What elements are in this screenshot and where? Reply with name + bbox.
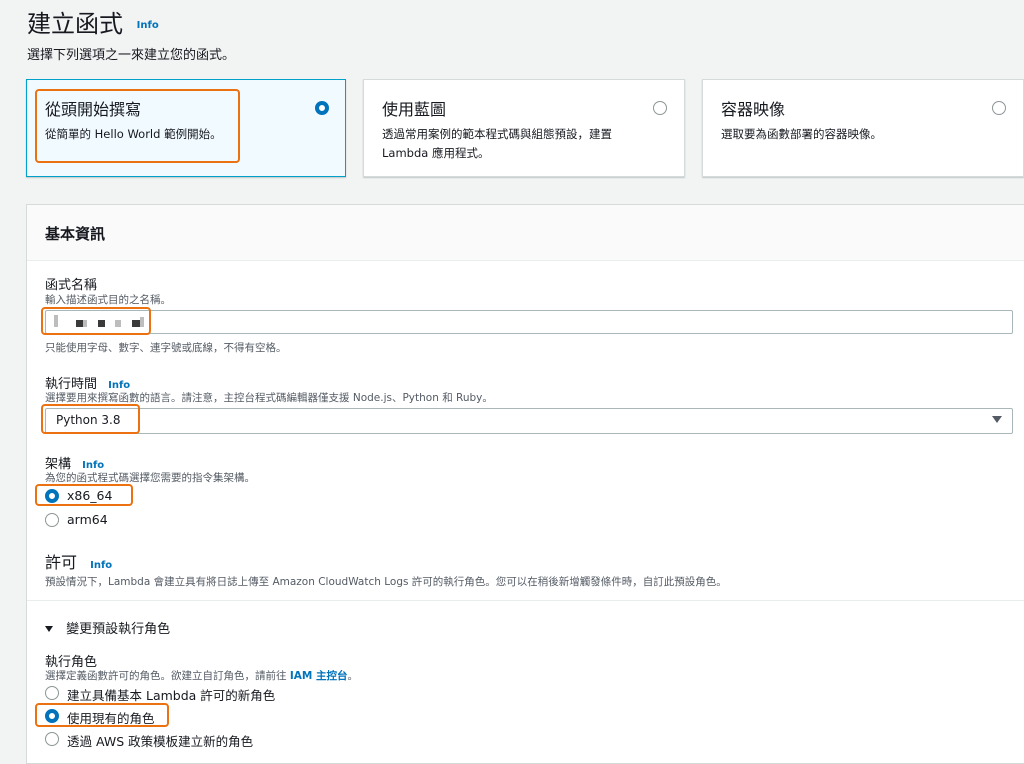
permissions-desc: 預設情況下，Lambda 會建立具有將日誌上傳至 Amazon CloudWat… (45, 576, 727, 588)
redacted-block (115, 320, 121, 327)
divider (27, 600, 1024, 601)
function-name-label: 函式名稱 (45, 278, 98, 293)
redacted-block (76, 320, 83, 327)
redacted-block (98, 320, 105, 327)
page-title: 建立函式 Info (27, 4, 159, 39)
arch-option-label: arm64 (67, 512, 108, 527)
option-title: 從頭開始撰寫 (45, 100, 142, 119)
radio-icon[interactable] (45, 686, 59, 700)
option-desc: 選取要為函數部署的容器映像。 (721, 127, 882, 141)
iam-console-link[interactable]: IAM 主控台 (290, 670, 348, 682)
redacted-block (54, 315, 58, 327)
arch-option-arm64[interactable]: arm64 (45, 511, 165, 529)
runtime-selected-value: Python 3.8 (56, 413, 121, 427)
exec-role-option-new[interactable]: 建立具備基本 Lambda 許可的新角色 (45, 684, 305, 703)
panel-header: 基本資訊 (27, 205, 1024, 261)
caret-down-icon (992, 416, 1002, 423)
page-title-text: 建立函式 (27, 10, 123, 38)
info-link[interactable]: Info (137, 20, 159, 31)
permissions-header: 許可 Info (45, 549, 112, 573)
permissions-title: 許可 (45, 553, 78, 572)
exec-role-option-label: 透過 AWS 政策模板建立新的角色 (67, 734, 254, 749)
runtime-hint: 選擇要用來撰寫函數的語言。請注意，主控台程式碼編輯器僅支援 Node.js、Py… (45, 392, 493, 404)
radio-selected-icon[interactable] (45, 709, 59, 723)
exec-role-option-policy[interactable]: 透過 AWS 政策模板建立新的角色 (45, 730, 305, 749)
page-subtitle: 選擇下列選項之一來建立您的函式。 (27, 48, 236, 63)
function-name-input[interactable] (45, 310, 1013, 334)
radio-icon[interactable] (45, 513, 59, 527)
arch-option-label: x86_64 (67, 488, 113, 503)
radio-icon[interactable] (653, 101, 667, 115)
arch-option-x86[interactable]: x86_64 (45, 487, 165, 505)
redacted-block (83, 320, 87, 327)
option-desc: 透過常用案例的範本程式碼與組態預設，建置 Lambda 應用程式。 (382, 127, 612, 160)
runtime-select[interactable]: Python 3.8 (45, 408, 1013, 434)
exec-role-option-label: 使用現有的角色 (67, 711, 155, 726)
change-role-toggle[interactable]: 變更預設執行角色 (45, 618, 170, 637)
caret-down-icon (45, 625, 53, 632)
radio-selected-icon[interactable] (45, 489, 59, 503)
basic-info-panel: 基本資訊 函式名稱 輸入描述函式目的之名稱。 只能使用字母、數字、連字號或底線，… (26, 204, 1024, 764)
option-title: 使用藍圖 (382, 100, 447, 119)
option-title: 容器映像 (721, 100, 786, 119)
option-use-blueprint[interactable]: 使用藍圖 透過常用案例的範本程式碼與組態預設，建置 Lambda 應用程式。 (363, 79, 685, 177)
redacted-block (132, 320, 140, 327)
change-role-label: 變更預設執行角色 (66, 622, 171, 637)
function-name-hint: 輸入描述函式目的之名稱。 (45, 294, 171, 306)
redacted-block (140, 317, 144, 327)
radio-selected-icon[interactable] (315, 101, 329, 115)
exec-role-option-label: 建立具備基本 Lambda 許可的新角色 (67, 688, 276, 703)
option-container-image[interactable]: 容器映像 選取要為函數部署的容器映像。 (702, 79, 1024, 177)
exec-role-hint-suffix: 。 (347, 670, 358, 682)
option-author-from-scratch[interactable]: 從頭開始撰寫 從簡單的 Hello World 範例開始。 (26, 79, 346, 177)
exec-role-option-existing[interactable]: 使用現有的角色 (45, 707, 205, 726)
option-desc: 從簡單的 Hello World 範例開始。 (45, 127, 222, 141)
function-name-rule: 只能使用字母、數字、連字號或底線，不得有空格。 (45, 342, 287, 354)
radio-icon[interactable] (45, 732, 59, 746)
arch-hint: 為您的函式程式碼選擇您需要的指令集架構。 (45, 472, 255, 484)
exec-role-hint-text: 選擇定義函數許可的角色。欲建立自訂角色，請前往 (45, 670, 290, 682)
panel-title: 基本資訊 (45, 225, 106, 243)
exec-role-hint: 選擇定義函數許可的角色。欲建立自訂角色，請前往 IAM 主控台。 (45, 668, 358, 683)
radio-icon[interactable] (992, 101, 1006, 115)
info-link[interactable]: Info (90, 560, 112, 571)
